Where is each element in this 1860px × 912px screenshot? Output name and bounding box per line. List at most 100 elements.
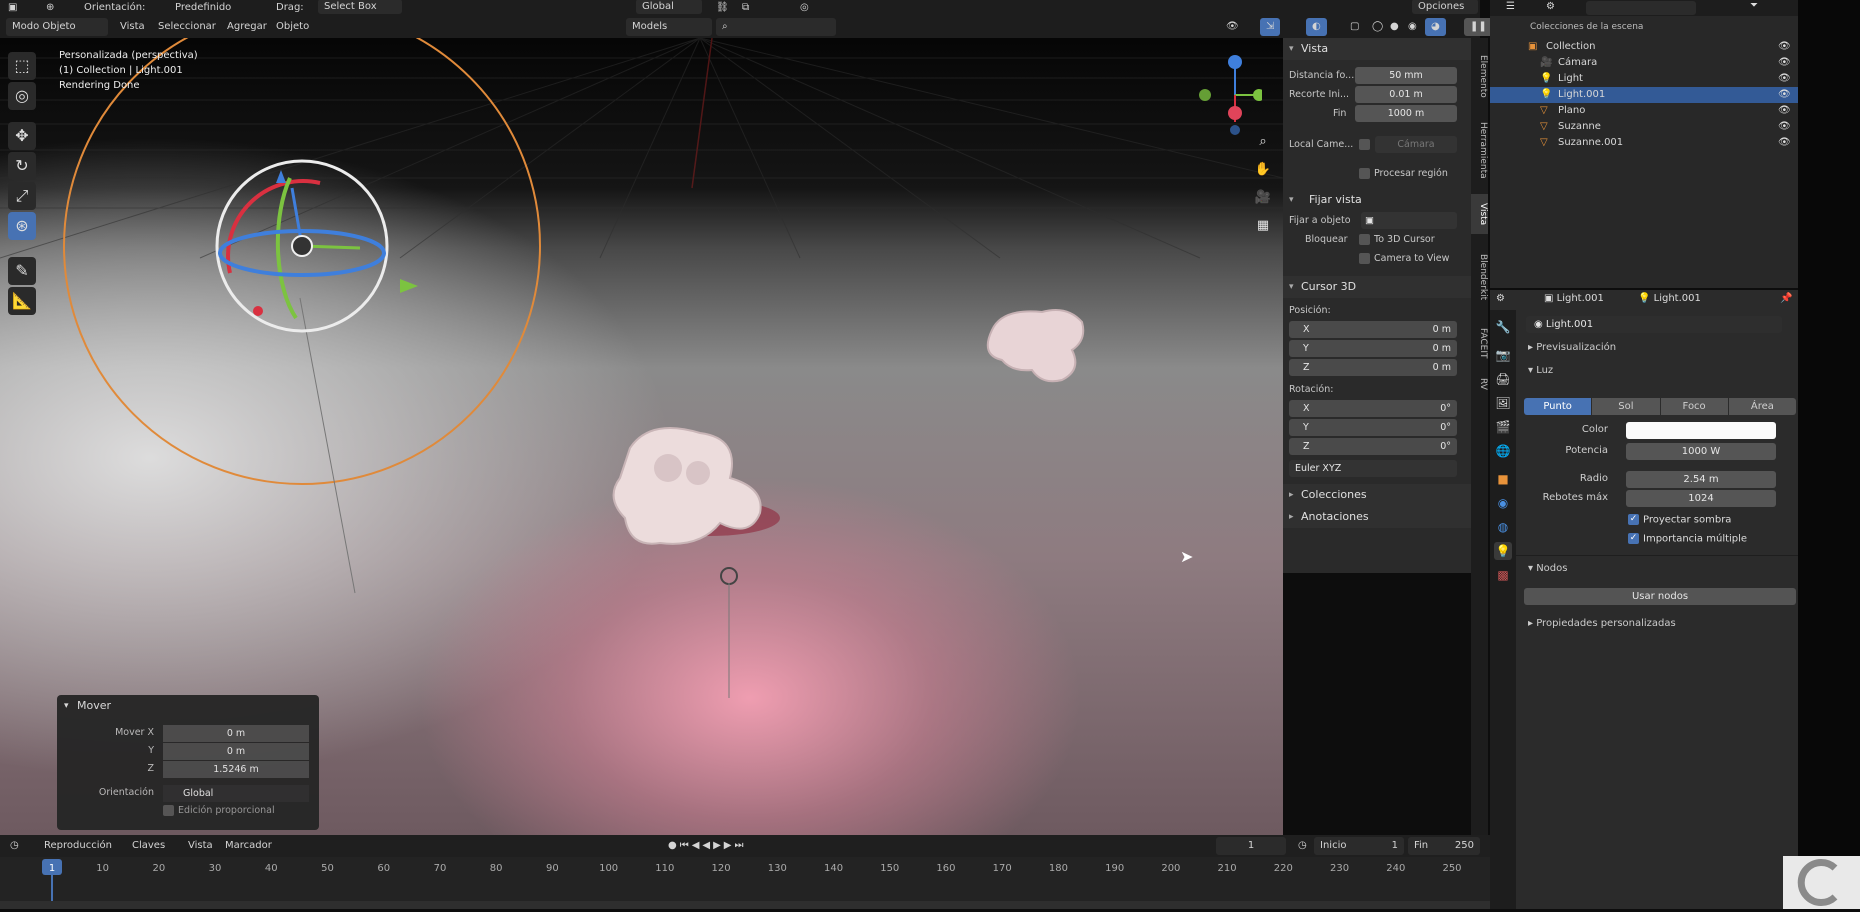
suzanne-001-mesh[interactable] xyxy=(972,300,1102,390)
scene-tab-icon[interactable]: 🎬 xyxy=(1494,418,1512,436)
light-type-sol[interactable]: Sol xyxy=(1592,398,1660,415)
overlay-toggle-icon[interactable]: ◐ xyxy=(1306,18,1327,36)
use-nodes-button[interactable]: Usar nodos xyxy=(1524,588,1796,605)
snap-target-icon[interactable]: ⧉ xyxy=(742,0,749,17)
visibility-icon[interactable]: 👁 xyxy=(1226,18,1239,36)
suzanne-mesh[interactable] xyxy=(590,398,800,558)
gizmo-toggle-icon[interactable]: ⇲ xyxy=(1260,18,1281,36)
shading-material-icon[interactable]: ◉ xyxy=(1408,18,1417,36)
collections-section-header[interactable]: Colecciones xyxy=(1283,484,1471,506)
lock-section-header[interactable]: Fijar vista xyxy=(1283,189,1471,211)
light-panel-header[interactable]: ▾ Luz xyxy=(1528,365,1553,376)
menu-objeto[interactable]: Objeto xyxy=(276,18,309,36)
cursor-tool-icon[interactable]: ◎ xyxy=(8,82,36,110)
menu-marker[interactable]: Marcador xyxy=(225,837,272,855)
cast-shadow-checkbox[interactable]: ✓ xyxy=(1628,514,1639,525)
zoom-icon[interactable]: ⌕ xyxy=(1252,128,1274,156)
outliner-filter-icon[interactable]: ⚙ xyxy=(1546,1,1555,12)
clip-start-field[interactable]: 0.01 m xyxy=(1355,86,1457,103)
outliner-item[interactable]: 💡 Light 👁 xyxy=(1490,71,1798,87)
xray-icon[interactable]: ▢ xyxy=(1350,18,1359,36)
cursor-location-x-field[interactable]: X 0 m xyxy=(1289,321,1457,338)
clip-end-field[interactable]: 1000 m xyxy=(1355,105,1457,122)
shading-solid-icon[interactable]: ● xyxy=(1390,18,1399,36)
lock-object-field[interactable]: ▣ xyxy=(1361,212,1457,229)
camera-view-icon[interactable]: 🎥 xyxy=(1252,184,1274,212)
mover-title[interactable]: ▾ Mover xyxy=(57,695,319,717)
tab-faceit[interactable]: FACEIT xyxy=(1471,320,1488,366)
properties-editor-icon[interactable]: ⚙ xyxy=(1496,293,1505,304)
vista-section-header[interactable]: Vista xyxy=(1283,38,1471,60)
outliner-filter-funnel-icon[interactable]: ⏷ xyxy=(1750,0,1758,11)
tool-tab-icon[interactable]: 🔧 xyxy=(1494,318,1512,336)
light-type-foco[interactable]: Foco xyxy=(1660,398,1728,415)
preview-panel-header[interactable]: ▸ Previsualización xyxy=(1528,342,1616,353)
shading-wire-icon[interactable]: ◯ xyxy=(1372,18,1383,36)
custom-props-panel-header[interactable]: ▸ Propiedades personalizadas xyxy=(1528,618,1676,629)
shading-rendered-icon[interactable]: ◕ xyxy=(1425,18,1446,36)
outliner-item[interactable]: 🎥 Cámara 👁 xyxy=(1490,55,1798,71)
modifier-tab-icon[interactable]: ◉ xyxy=(1494,494,1512,512)
menu-keying[interactable]: Claves xyxy=(132,837,165,855)
move-tool-icon[interactable]: ✥ xyxy=(8,122,36,150)
local-camera-checkbox[interactable] xyxy=(1359,139,1370,150)
object-tab-icon[interactable]: ■ xyxy=(1494,470,1512,488)
lock-cursor-checkbox[interactable] xyxy=(1359,234,1370,245)
light-type-punto[interactable]: Punto xyxy=(1524,398,1592,415)
pin-icon[interactable]: 📌 xyxy=(1780,293,1792,304)
outliner-item[interactable]: ▽ Suzanne.001 👁 xyxy=(1490,135,1798,151)
select-box-tool-icon[interactable]: ⬚ xyxy=(8,52,36,80)
cursor-location-y-field[interactable]: Y 0 m xyxy=(1289,340,1457,357)
pivot-icon[interactable]: ⊕ xyxy=(46,0,54,17)
mode-dropdown[interactable]: Modo Objeto xyxy=(6,18,108,36)
cursor-location-z-field[interactable]: Z 0 m xyxy=(1289,359,1457,376)
frame-start-field[interactable]: Inicio 1 xyxy=(1314,837,1404,855)
tab-blenderkit[interactable]: Blenderkit xyxy=(1471,242,1488,312)
render-region-checkbox[interactable] xyxy=(1359,168,1370,179)
radius-field[interactable]: 2.54 m xyxy=(1626,471,1776,488)
scale-tool-icon[interactable]: ⤢ xyxy=(8,182,36,210)
eye-icon[interactable]: 👁 xyxy=(1778,119,1791,135)
pan-hand-icon[interactable]: ✋ xyxy=(1252,156,1274,184)
eye-icon[interactable]: 👁 xyxy=(1778,135,1791,151)
timeline-scrollbar[interactable] xyxy=(0,901,1490,909)
transform-tool-icon[interactable]: ⊛ xyxy=(8,212,36,240)
outliner-item[interactable]: ▽ Suzanne 👁 xyxy=(1490,119,1798,135)
annotations-section-header[interactable]: Anotaciones xyxy=(1283,506,1471,528)
annotate-tool-icon[interactable]: ✎ xyxy=(8,257,36,285)
timeline-editor-icon[interactable]: ◷ xyxy=(10,837,19,855)
eye-icon[interactable]: 👁 xyxy=(1778,39,1791,55)
mis-checkbox[interactable]: ✓ xyxy=(1628,533,1639,544)
tab-vista[interactable]: Vista xyxy=(1471,194,1488,234)
orientation-dropdown[interactable]: Predefinido xyxy=(175,0,231,17)
world-tab-icon[interactable]: 🌐 xyxy=(1494,442,1512,460)
cursor-rotation-z-field[interactable]: Z 0° xyxy=(1289,438,1457,455)
color-swatch[interactable] xyxy=(1626,422,1776,439)
tab-elemento[interactable]: Elemento xyxy=(1471,46,1488,106)
outliner-search-input[interactable] xyxy=(1586,1,1696,15)
last-operator-panel[interactable]: ▾ Mover Mover X 0 m Y 0 m Z 1.5246 m Orienta… xyxy=(57,695,319,830)
tab-rv[interactable]: RV xyxy=(1471,372,1488,396)
menu-agregar[interactable]: Agregar xyxy=(227,18,267,36)
view-layer-tab-icon[interactable]: 🖼 xyxy=(1494,394,1512,412)
rotate-tool-icon[interactable]: ↻ xyxy=(8,152,36,180)
models-dropdown[interactable]: Models xyxy=(626,18,712,36)
eye-icon[interactable]: 👁 xyxy=(1778,71,1791,87)
light-type-area[interactable]: Área xyxy=(1728,398,1796,415)
menu-seleccionar[interactable]: Seleccionar xyxy=(158,18,216,36)
cursor-rotation-x-field[interactable]: X 0° xyxy=(1289,400,1457,417)
current-frame-field[interactable]: 1 xyxy=(1216,837,1286,855)
nodes-panel-header[interactable]: ▾ Nodos xyxy=(1528,563,1567,574)
light-data-tab-icon[interactable]: 💡 xyxy=(1494,542,1512,560)
rotation-mode-dropdown[interactable]: Euler XYZ xyxy=(1289,460,1457,477)
perspective-grid-icon[interactable]: ▦ xyxy=(1252,212,1274,240)
mover-x-field[interactable]: 0 m xyxy=(163,725,309,742)
frame-end-field[interactable]: Fin 250 xyxy=(1408,837,1480,855)
max-bounces-field[interactable]: 1024 xyxy=(1626,490,1776,507)
proportional-checkbox[interactable] xyxy=(163,805,174,816)
outliner-item[interactable]: ▽ Plano 👁 xyxy=(1490,103,1798,119)
menu-timeline-view[interactable]: Vista xyxy=(188,837,213,855)
snap-icon[interactable]: ⛓ xyxy=(716,0,729,17)
outliner-item[interactable]: 💡 Light.001 👁 xyxy=(1490,87,1798,103)
output-tab-icon[interactable]: 🖨 xyxy=(1494,370,1512,388)
